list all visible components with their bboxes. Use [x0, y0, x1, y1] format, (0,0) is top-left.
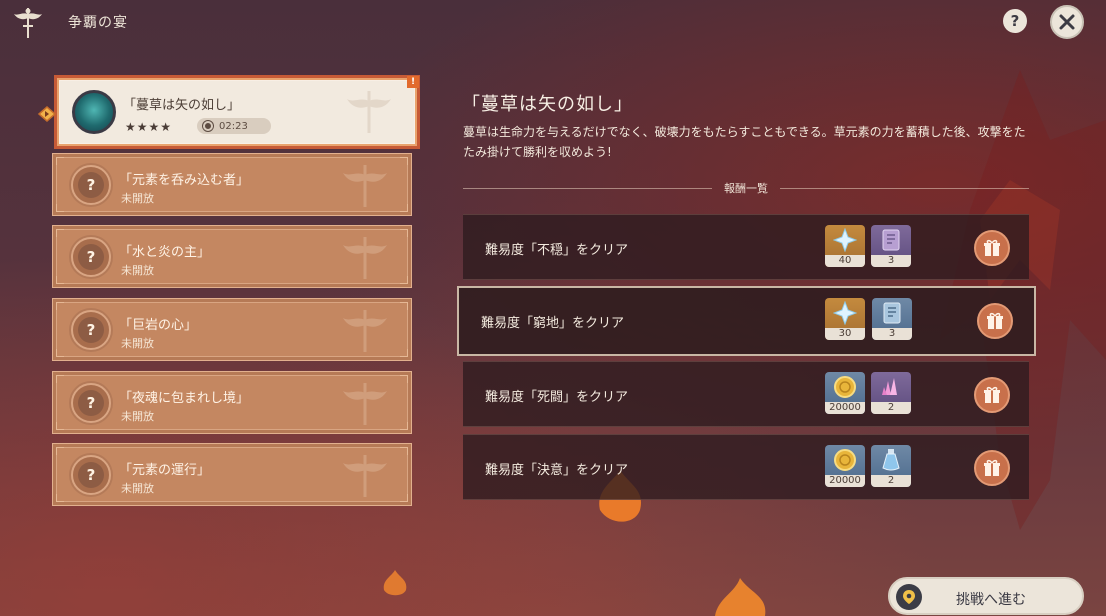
reward-count: 20000	[825, 475, 865, 487]
locked-challenge-icon: ?	[71, 455, 111, 495]
challenge-status: 未開放	[121, 192, 154, 205]
divider	[463, 187, 712, 189]
primogem-reward[interactable]: 40	[825, 225, 865, 267]
mora-icon	[834, 376, 856, 398]
selected-arrow-icon	[37, 106, 57, 122]
emblem-watermark-icon	[343, 237, 387, 279]
challenge-item-selected[interactable]: 「蔓草は矢の如し」 ★★★★ 02:23 !	[37, 76, 419, 146]
challenge-name: 「蔓草は矢の如し」	[123, 98, 241, 113]
reward-row-highlighted[interactable]: 難易度「窮地」をクリア 30 3	[457, 286, 1036, 356]
reward-row[interactable]: 難易度「不穏」をクリア 40 3	[463, 214, 1029, 280]
location-pin-icon	[896, 584, 922, 610]
talent-book-reward[interactable]: 3	[871, 225, 911, 267]
crystal-reward[interactable]: 2	[871, 372, 911, 414]
potion-icon	[882, 449, 900, 471]
primogem-icon	[833, 228, 857, 252]
divider	[780, 187, 1029, 189]
locked-challenge-icon: ?	[71, 310, 111, 350]
challenge-name: 「夜魂に包まれし境」	[119, 391, 250, 406]
gift-icon	[984, 459, 1000, 476]
challenge-status: 未開放	[121, 337, 154, 350]
talent-book-icon	[883, 302, 901, 324]
reward-row[interactable]: 難易度「死闘」をクリア 20000 2	[463, 361, 1029, 427]
challenge-status: 未開放	[121, 482, 154, 495]
challenge-status: 未開放	[121, 264, 154, 277]
close-icon	[1059, 14, 1075, 30]
potion-reward[interactable]: 2	[871, 445, 911, 487]
mora-reward[interactable]: 20000	[825, 445, 865, 487]
locked-challenge-icon: ?	[71, 165, 111, 205]
proceed-to-challenge-button[interactable]: 挑戦へ進む	[888, 577, 1084, 615]
close-button[interactable]	[1050, 5, 1084, 39]
mora-reward[interactable]: 20000	[825, 372, 865, 414]
emblem-watermark-icon	[343, 310, 387, 352]
clear-time: 02:23	[219, 120, 248, 132]
reward-condition: 難易度「死闘」をクリア	[485, 390, 629, 405]
locked-challenge-icon: ?	[71, 383, 111, 423]
reward-count: 2	[871, 475, 911, 487]
reward-count: 20000	[825, 402, 865, 414]
talent-book-icon	[882, 229, 900, 251]
gift-icon	[984, 386, 1000, 403]
mora-icon	[834, 449, 856, 471]
emblem-watermark-icon	[347, 91, 391, 133]
reward-condition: 難易度「不穏」をクリア	[485, 243, 629, 258]
challenge-name: 「元素を呑み込む者」	[119, 173, 250, 188]
proceed-label: 挑戦へ進む	[956, 592, 1026, 608]
emblem-watermark-icon	[343, 383, 387, 425]
challenge-name: 「巨岩の心」	[119, 318, 198, 333]
challenge-item[interactable]: ? 「巨岩の心」 未開放	[52, 298, 412, 361]
challenge-name: 「元素の運行」	[119, 463, 211, 478]
challenge-name: 「水と炎の主」	[119, 245, 211, 260]
challenge-detail-title: 「蔓草は矢の如し」	[462, 94, 633, 115]
locked-challenge-icon: ?	[71, 237, 111, 277]
reward-count: 3	[871, 255, 911, 267]
event-emblem-icon	[14, 8, 42, 38]
star-rating: ★★★★	[125, 120, 173, 134]
background-flame-decoration	[715, 578, 766, 616]
reward-count: 30	[825, 328, 865, 340]
primogem-icon	[833, 301, 857, 325]
reward-condition: 難易度「決意」をクリア	[485, 463, 629, 478]
challenge-item[interactable]: ? 「元素を呑み込む者」 未開放	[52, 153, 412, 216]
page-title: 争覇の宴	[68, 15, 128, 31]
challenge-item[interactable]: ? 「水と炎の主」 未開放	[52, 225, 412, 288]
boss-portrait-icon	[72, 90, 116, 134]
crystal-icon	[882, 378, 897, 395]
challenge-item[interactable]: ? 「元素の運行」 未開放	[52, 443, 412, 506]
talent-book-reward[interactable]: 3	[872, 298, 912, 340]
primogem-reward[interactable]: 30	[825, 298, 865, 340]
challenge-status: 未開放	[121, 410, 154, 423]
emblem-watermark-icon	[343, 165, 387, 207]
help-icon: ?	[1010, 12, 1020, 30]
emblem-watermark-icon	[343, 455, 387, 497]
help-button[interactable]: ?	[1003, 9, 1027, 33]
challenge-item[interactable]: ? 「夜魂に包まれし境」 未開放	[52, 371, 412, 434]
reward-count: 3	[872, 328, 912, 340]
new-alert-badge: !	[407, 76, 419, 88]
claim-reward-button[interactable]	[977, 303, 1013, 339]
reward-condition: 難易度「窮地」をクリア	[481, 316, 625, 331]
reward-row[interactable]: 難易度「決意」をクリア 20000 2	[463, 434, 1029, 500]
clear-time-badge: 02:23	[197, 118, 271, 134]
clock-icon	[203, 121, 213, 131]
reward-count: 40	[825, 255, 865, 267]
claim-reward-button[interactable]	[974, 377, 1010, 413]
claim-reward-button[interactable]	[974, 450, 1010, 486]
gift-icon	[984, 239, 1000, 256]
gift-icon	[987, 312, 1003, 329]
reward-list-header: 報酬一覧	[463, 180, 1029, 196]
reward-list-label: 報酬一覧	[724, 182, 768, 195]
claim-reward-button[interactable]	[974, 230, 1010, 266]
reward-count: 2	[871, 402, 911, 414]
challenge-description: 蔓草は生命力を与えるだけでなく、破壊力をもたらすこともできる。草元素の力を蓄積し…	[463, 125, 1026, 159]
background-flame-decoration	[383, 570, 407, 596]
